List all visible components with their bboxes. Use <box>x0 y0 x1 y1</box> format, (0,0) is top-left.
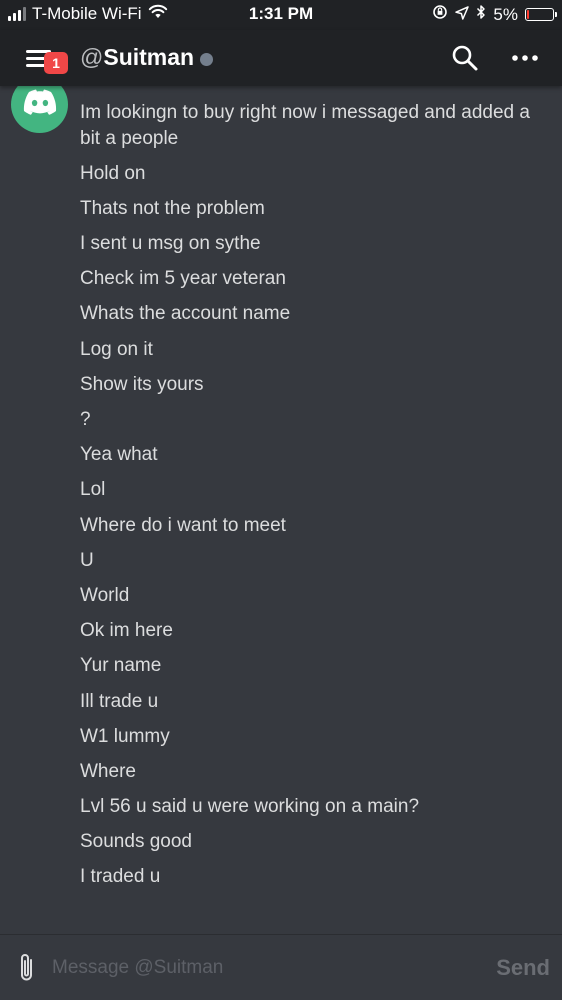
channel-title: @ Suitman <box>80 44 214 71</box>
message-composer: Send <box>0 934 562 1000</box>
message-item[interactable]: I sent u msg on sythe <box>80 231 540 257</box>
message-item[interactable]: Thats not the problem <box>80 196 540 222</box>
message-item[interactable]: Show its yours <box>80 372 540 398</box>
message-item[interactable]: Hold on <box>80 161 540 187</box>
message-item[interactable]: Im lookingn to buy right now i messaged … <box>80 100 540 151</box>
status-bar: T-Mobile Wi-Fi 1:31 PM 5% <box>0 0 562 30</box>
avatar[interactable] <box>11 86 68 133</box>
message-item[interactable]: Log on it <box>80 337 540 363</box>
channel-header: 1 @ Suitman <box>0 30 562 86</box>
message-group: Im lookingn to buy right now i messaged … <box>80 100 540 900</box>
message-item[interactable]: Check im 5 year veteran <box>80 266 540 292</box>
message-item[interactable]: World <box>80 583 540 609</box>
presence-status-dot <box>200 52 214 66</box>
more-options-button[interactable] <box>508 48 542 68</box>
search-icon <box>450 45 480 78</box>
more-dots-icon <box>508 55 542 72</box>
message-item[interactable]: Where <box>80 759 540 785</box>
search-button[interactable] <box>450 44 480 74</box>
message-item[interactable]: Lvl 56 u said u were working on a main? <box>80 794 540 820</box>
message-item[interactable]: Lol <box>80 477 540 503</box>
battery-icon <box>525 8 557 21</box>
message-item[interactable]: Ok im here <box>80 618 540 644</box>
location-icon <box>455 5 470 25</box>
notification-badge: 1 <box>44 52 68 74</box>
attach-button[interactable] <box>14 951 40 985</box>
message-input[interactable] <box>52 953 472 983</box>
message-item[interactable]: W1 lummy <box>80 724 540 750</box>
status-right: 5% <box>432 4 557 25</box>
message-item[interactable]: Yea what <box>80 442 540 468</box>
discord-logo-icon <box>22 88 58 121</box>
menu-button[interactable]: 1 <box>22 44 72 80</box>
message-item[interactable]: Sounds good <box>80 829 540 855</box>
message-item[interactable]: I traded u <box>80 864 540 890</box>
message-item[interactable]: Whats the account name <box>80 301 540 327</box>
message-list[interactable]: Im lookingn to buy right now i messaged … <box>0 86 562 934</box>
battery-percent: 5% <box>493 4 518 24</box>
message-item[interactable]: Where do i want to meet <box>80 513 540 539</box>
message-item[interactable]: ? <box>80 407 540 433</box>
message-item[interactable]: Ill trade u <box>80 689 540 715</box>
send-button[interactable]: Send <box>496 955 550 981</box>
bluetooth-icon <box>476 4 486 25</box>
at-symbol: @ <box>80 44 104 70</box>
orientation-lock-icon <box>432 4 448 25</box>
paperclip-icon <box>14 954 40 989</box>
channel-name: Suitman <box>103 44 195 70</box>
message-item[interactable]: U <box>80 548 540 574</box>
message-item[interactable]: Yur name <box>80 653 540 679</box>
